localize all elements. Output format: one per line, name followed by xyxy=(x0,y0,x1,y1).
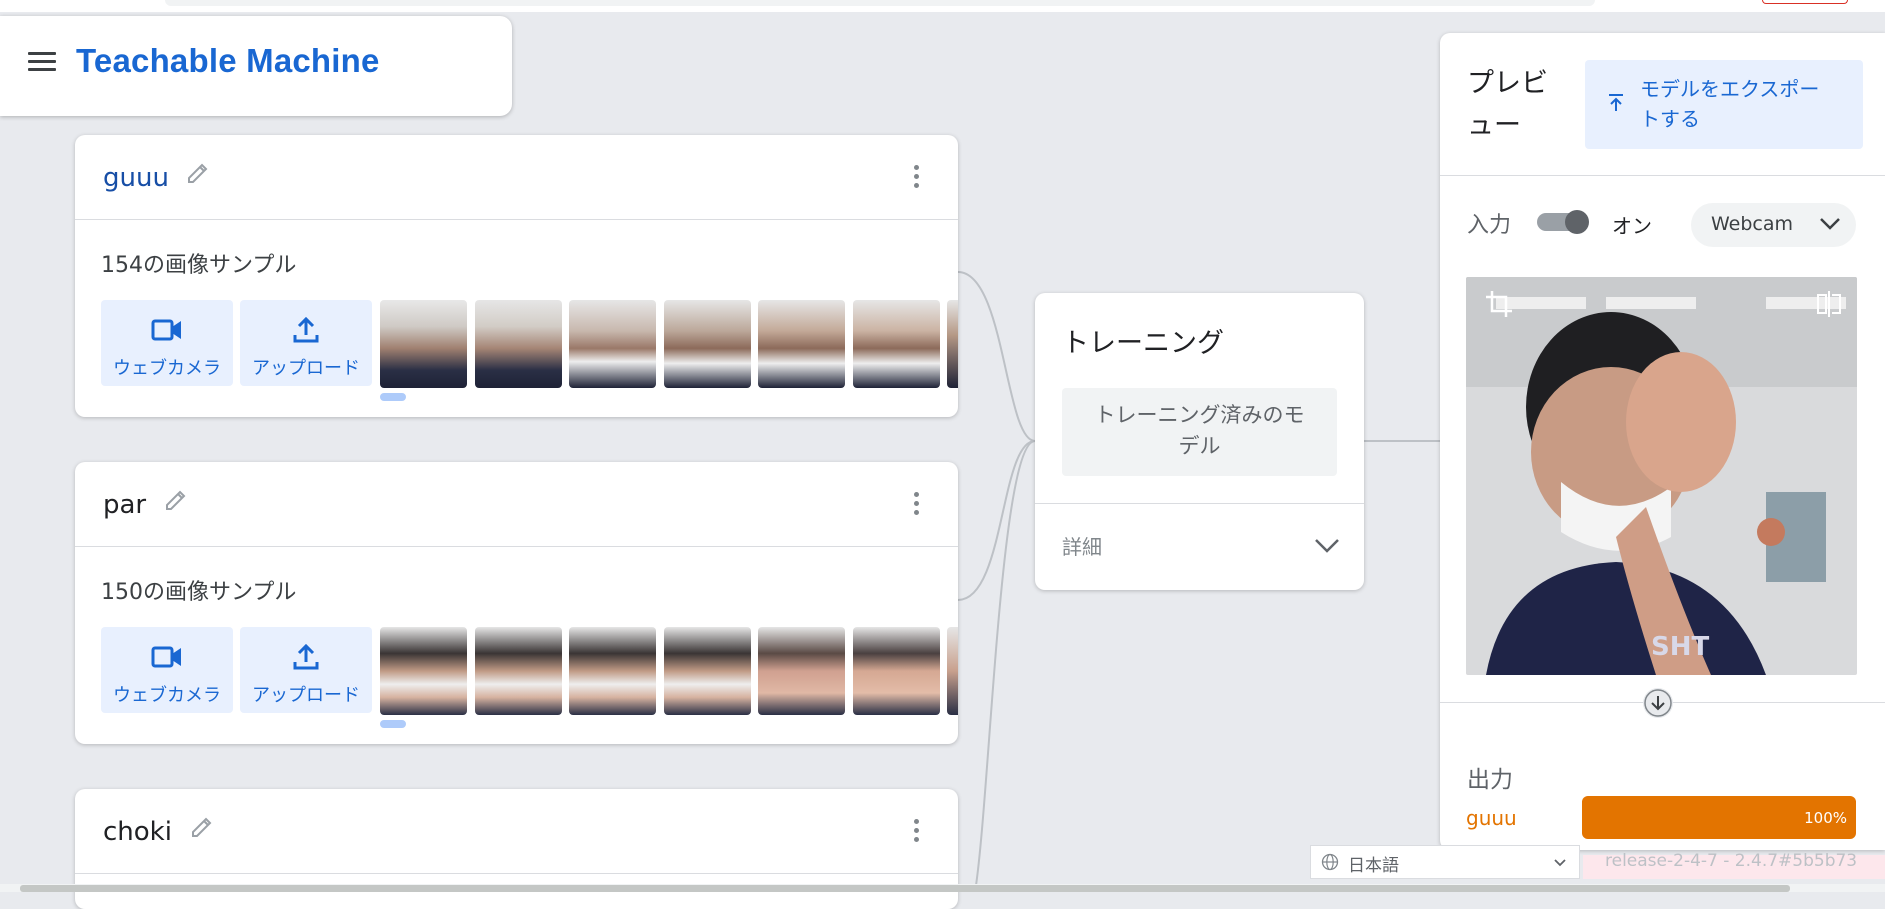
thumbnail-scroll-indicator[interactable] xyxy=(380,720,406,728)
sample-thumbnail[interactable] xyxy=(380,300,467,388)
upload-button-label: アップロード xyxy=(252,358,360,379)
more-vert-icon[interactable] xyxy=(912,165,920,193)
preview-title-line1: プレビ xyxy=(1467,68,1548,99)
globe-icon xyxy=(1321,853,1339,871)
sample-thumbnails xyxy=(380,300,958,388)
confidence-bar: 100% xyxy=(1582,796,1856,839)
crop-icon[interactable] xyxy=(1484,289,1514,319)
class-card-guuu: guuu 154の画像サンプル ウェブカメラ アップロード xyxy=(75,135,958,417)
chevron-down-icon[interactable] xyxy=(1314,538,1340,554)
edit-icon[interactable] xyxy=(161,486,191,516)
upload-button[interactable]: アップロード xyxy=(240,300,372,386)
input-label: 入力 xyxy=(1467,213,1512,238)
class-card-par: par 150の画像サンプル ウェブカメラ アップロード xyxy=(75,462,958,744)
training-card: トレーニング トレーニング済みのモ デル 詳細 xyxy=(1035,293,1364,590)
sample-thumbnail[interactable] xyxy=(758,300,845,388)
export-icon xyxy=(1609,94,1623,111)
menu-icon[interactable] xyxy=(28,52,56,74)
edit-icon[interactable] xyxy=(183,159,213,189)
app-header: Teachable Machine xyxy=(0,16,512,116)
sample-thumbnail[interactable] xyxy=(947,300,958,388)
divider xyxy=(1440,175,1885,176)
sample-thumbnail[interactable] xyxy=(475,627,562,715)
sample-thumbnail[interactable] xyxy=(758,627,845,715)
input-source-value: Webcam xyxy=(1711,213,1794,235)
webcam-button[interactable]: ウェブカメラ xyxy=(101,300,233,386)
toggle-state-label: オン xyxy=(1612,214,1652,238)
horizontal-scrollbar[interactable] xyxy=(0,884,1885,892)
sample-thumbnail[interactable] xyxy=(475,300,562,388)
training-title: トレーニング xyxy=(1062,328,1224,359)
sample-thumbnail[interactable] xyxy=(853,627,940,715)
sample-thumbnail[interactable] xyxy=(380,627,467,715)
chevron-down-icon xyxy=(1820,218,1840,230)
output-class-name: guuu xyxy=(1466,806,1517,830)
input-toggle[interactable] xyxy=(1537,210,1591,234)
toggle-knob xyxy=(1565,210,1589,234)
train-button-label-line2: デル xyxy=(1178,434,1221,458)
webcam-button-label: ウェブカメラ xyxy=(113,358,221,379)
train-model-button[interactable]: トレーニング済みのモ デル xyxy=(1062,388,1337,476)
thumbnail-scroll-indicator[interactable] xyxy=(380,393,406,401)
sample-thumbnail[interactable] xyxy=(569,627,656,715)
export-label-line2: トする xyxy=(1640,107,1700,131)
class-name[interactable]: choki xyxy=(103,817,172,847)
language-value: 日本語 xyxy=(1348,856,1399,876)
class-card-header: par xyxy=(75,462,958,547)
top-right-indicator xyxy=(1762,0,1848,4)
arrow-down-icon[interactable] xyxy=(1643,688,1673,718)
flip-icon[interactable] xyxy=(1814,289,1844,319)
more-vert-icon[interactable] xyxy=(912,819,920,847)
sample-thumbnails xyxy=(380,627,958,715)
sample-thumbnail[interactable] xyxy=(853,300,940,388)
upload-button[interactable]: アップロード xyxy=(240,627,372,713)
svg-text:SHT: SHT xyxy=(1651,632,1709,662)
upload-icon xyxy=(293,316,319,343)
export-model-button[interactable]: モデルをエクスポー トする xyxy=(1585,60,1863,149)
sample-count: 150の画像サンプル xyxy=(101,580,297,605)
sample-thumbnail[interactable] xyxy=(569,300,656,388)
class-name[interactable]: guuu xyxy=(103,163,169,193)
preview-panel: プレビ ュー モデルをエクスポー トする 入力 オン Webcam SHT 出力… xyxy=(1440,33,1885,850)
webcam-preview: SHT xyxy=(1466,277,1857,675)
webcam-icon xyxy=(151,646,181,668)
browser-top-strip xyxy=(0,0,1885,12)
sample-count: 154の画像サンプル xyxy=(101,253,297,278)
chevron-down-icon xyxy=(1554,859,1566,867)
webcam-frame: SHT xyxy=(1466,277,1857,675)
upload-button-label: アップロード xyxy=(252,685,360,706)
release-version: release-2-4-7 - 2.4.7#5b5b73 xyxy=(1605,851,1858,871)
app-title[interactable]: Teachable Machine xyxy=(76,42,380,80)
advanced-toggle-label[interactable]: 詳細 xyxy=(1062,531,1102,560)
more-vert-icon[interactable] xyxy=(912,492,920,520)
class-card-header: choki xyxy=(75,789,958,874)
edit-icon[interactable] xyxy=(187,813,217,843)
webcam-button-label: ウェブカメラ xyxy=(113,685,221,706)
input-source-select[interactable]: Webcam xyxy=(1691,203,1856,247)
output-label: 出力 xyxy=(1467,767,1513,793)
class-card-header: guuu xyxy=(75,135,958,220)
divider xyxy=(1035,503,1364,504)
sample-thumbnail[interactable] xyxy=(664,627,751,715)
sample-thumbnail[interactable] xyxy=(947,627,958,715)
export-label-line1: モデルをエクスポー xyxy=(1640,77,1820,101)
train-button-label-line1: トレーニング済みのモ xyxy=(1094,403,1305,427)
preview-title-line2: ュー xyxy=(1467,110,1521,141)
address-bar-edge xyxy=(165,0,1595,6)
scrollbar-thumb[interactable] xyxy=(20,885,1790,892)
class-name[interactable]: par xyxy=(103,490,146,520)
webcam-button[interactable]: ウェブカメラ xyxy=(101,627,233,713)
preview-title: プレビ ュー xyxy=(1467,63,1567,147)
upload-icon xyxy=(293,643,319,670)
confidence-value: 100% xyxy=(1804,809,1847,827)
webcam-icon xyxy=(151,319,181,341)
language-select[interactable]: 日本語 xyxy=(1310,845,1580,879)
sample-thumbnail[interactable] xyxy=(664,300,751,388)
